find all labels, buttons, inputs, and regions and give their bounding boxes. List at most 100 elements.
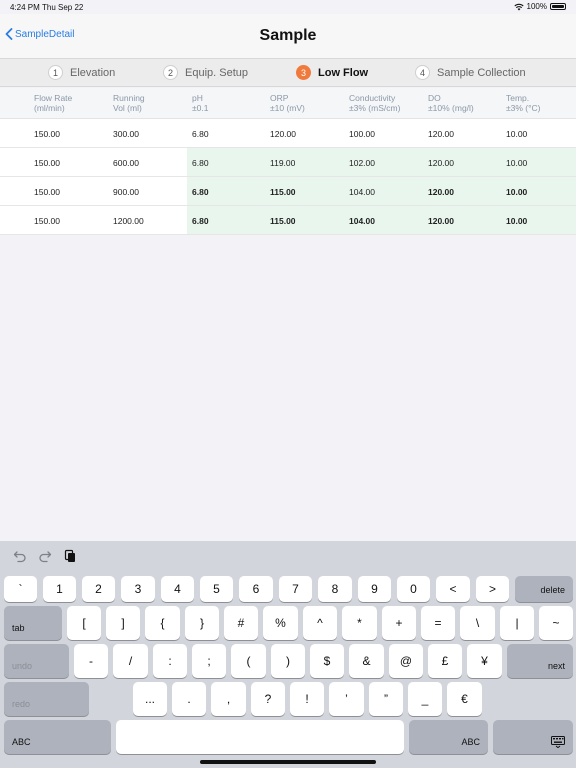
key[interactable]: ( [231, 644, 266, 678]
key[interactable]: # [224, 606, 258, 640]
redo-key[interactable]: redo [4, 682, 89, 716]
wifi-icon [513, 3, 524, 10]
key[interactable]: { [145, 606, 180, 640]
key[interactable]: / [113, 644, 148, 678]
delete-key[interactable]: delete [515, 576, 573, 602]
key[interactable]: : [153, 644, 187, 678]
cell-running-vol: 1200.00 [113, 216, 144, 226]
paste-icon[interactable] [63, 549, 77, 563]
undo-icon[interactable] [13, 549, 27, 563]
abc-key-left[interactable]: ABC [4, 720, 111, 754]
key[interactable]: 9 [358, 576, 391, 602]
key[interactable]: 7 [279, 576, 312, 602]
battery-icon [550, 3, 566, 10]
step-label: Low Flow [318, 66, 369, 79]
key[interactable]: ” [369, 682, 403, 716]
cell-conductivity: 100.00 [349, 129, 375, 139]
home-indicator[interactable] [200, 760, 376, 764]
key[interactable]: - [74, 644, 108, 678]
cell-temp: 10.00 [506, 129, 528, 139]
header-temp: Temp. ±3% (°C) [506, 93, 541, 113]
cell-ph: 6.80 [192, 129, 209, 139]
key[interactable]: } [185, 606, 219, 640]
key[interactable]: _ [408, 682, 442, 716]
step-label: Sample Collection [437, 66, 526, 79]
key[interactable]: € [447, 682, 482, 716]
key[interactable]: ’ [329, 682, 364, 716]
cell-flow-rate: 150.00 [34, 129, 60, 139]
abc-key-right[interactable]: ABC [409, 720, 488, 754]
step-number: 4 [415, 65, 430, 80]
cell-do: 120.00 [428, 187, 454, 197]
cell-ph: 6.80 [192, 158, 209, 168]
tab-sample-collection[interactable]: 4 Sample Collection [415, 65, 526, 80]
undo-key[interactable]: undo [4, 644, 69, 678]
table-row[interactable]: 150.00 1200.00 6.80 115.00 104.00 120.00… [0, 206, 576, 235]
table-row[interactable]: 150.00 900.00 6.80 115.00 104.00 120.00 … [0, 177, 576, 206]
key[interactable]: 5 [200, 576, 233, 602]
status-right: 100% [513, 2, 566, 11]
key[interactable]: 6 [239, 576, 273, 602]
key[interactable]: @ [389, 644, 423, 678]
cell-flow-rate: 150.00 [34, 216, 60, 226]
redo-icon[interactable] [38, 549, 52, 563]
table-row[interactable]: 150.00 300.00 6.80 120.00 100.00 120.00 … [0, 119, 576, 148]
tab-key[interactable]: tab [4, 606, 62, 640]
header-conductivity: Conductivity ±3% (mS/cm) [349, 93, 401, 113]
status-bar: 4:24 PM Thu Sep 22 100% [0, 0, 576, 14]
space-bar[interactable] [116, 720, 404, 754]
key[interactable]: \ [460, 606, 495, 640]
key[interactable]: ^ [303, 606, 337, 640]
key[interactable]: ... [133, 682, 167, 716]
tab-equip-setup[interactable]: 2 Equip. Setup [163, 65, 248, 80]
key[interactable]: ` [4, 576, 37, 602]
key[interactable]: ¥ [467, 644, 502, 678]
cell-conductivity: 104.00 [349, 187, 375, 197]
cell-do: 120.00 [428, 129, 454, 139]
cell-running-vol: 600.00 [113, 158, 139, 168]
table-header: Flow Rate (ml/min) Running Vol (ml) pH ±0.1… [0, 88, 576, 119]
key[interactable]: 2 [82, 576, 115, 602]
cell-temp: 10.00 [506, 187, 528, 197]
cell-temp: 10.00 [506, 216, 528, 226]
dismiss-keyboard-key[interactable] [493, 720, 573, 754]
cell-conductivity: 102.00 [349, 158, 375, 168]
key[interactable]: ] [106, 606, 140, 640]
status-date: Thu Sep 22 [42, 3, 84, 12]
key[interactable]: * [342, 606, 377, 640]
key[interactable]: | [500, 606, 534, 640]
key[interactable]: 4 [161, 576, 194, 602]
key[interactable]: = [421, 606, 455, 640]
cell-conductivity: 104.00 [349, 216, 375, 226]
key[interactable]: 0 [397, 576, 430, 602]
key[interactable]: 1 [43, 576, 76, 602]
key[interactable]: > [476, 576, 509, 602]
table-row[interactable]: 150.00 600.00 6.80 119.00 102.00 120.00 … [0, 148, 576, 177]
cell-orp: 115.00 [270, 187, 296, 197]
key[interactable]: ! [290, 682, 324, 716]
key[interactable]: + [382, 606, 416, 640]
key[interactable]: ~ [539, 606, 573, 640]
header-ph: pH ±0.1 [192, 93, 209, 113]
key[interactable]: ; [192, 644, 226, 678]
key[interactable]: £ [428, 644, 462, 678]
step-number: 2 [163, 65, 178, 80]
key[interactable]: , [211, 682, 246, 716]
cell-orp: 120.00 [270, 129, 296, 139]
key[interactable]: 8 [318, 576, 352, 602]
key[interactable]: [ [67, 606, 101, 640]
tab-elevation[interactable]: 1 Elevation [48, 65, 115, 80]
next-key[interactable]: next [507, 644, 573, 678]
key[interactable]: $ [310, 644, 344, 678]
key[interactable]: 3 [121, 576, 155, 602]
key[interactable]: ? [251, 682, 285, 716]
low-flow-table: Flow Rate (ml/min) Running Vol (ml) pH ±0.1… [0, 88, 576, 235]
key[interactable]: . [172, 682, 206, 716]
tab-low-flow[interactable]: 3 Low Flow [296, 65, 368, 80]
key[interactable]: ) [271, 644, 305, 678]
key[interactable]: % [263, 606, 298, 640]
key[interactable]: < [436, 576, 470, 602]
cell-do: 120.00 [428, 216, 454, 226]
cell-running-vol: 300.00 [113, 129, 139, 139]
key[interactable]: & [349, 644, 384, 678]
